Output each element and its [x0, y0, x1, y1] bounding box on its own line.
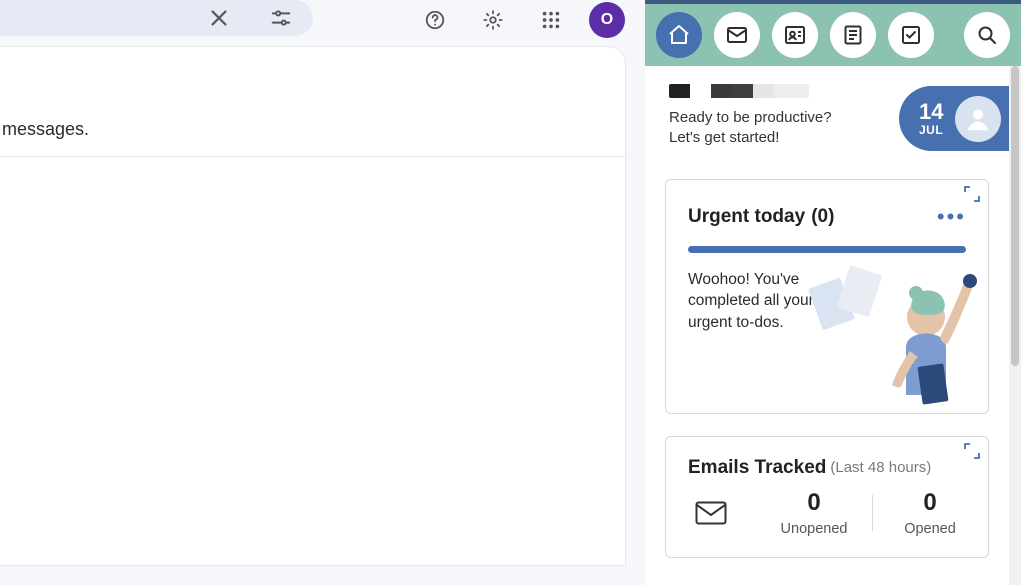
support-icon[interactable]	[415, 0, 455, 40]
urgent-card-head: Urgent today (0) •••	[666, 180, 988, 230]
search-options-icon[interactable]	[261, 0, 301, 38]
date-day: 14	[919, 101, 943, 123]
date-badge: 14 JUL	[899, 86, 1021, 151]
celebration-illustration	[794, 259, 988, 413]
date-text: 14 JUL	[919, 101, 943, 137]
gmail-content-card: messages.	[0, 46, 626, 566]
sidebar-panel: Ready to be productive? Let's get starte…	[645, 0, 1021, 585]
metric-unopened: 0 Unopened	[756, 489, 872, 537]
emails-subtitle: (Last 48 hours)	[830, 459, 931, 476]
messages-line: messages.	[0, 119, 625, 157]
gmail-top-right: O	[415, 0, 625, 40]
unopened-count: 0	[756, 489, 872, 517]
emails-metrics: 0 Unopened 0 Opened	[666, 479, 988, 557]
envelope-icon	[666, 501, 756, 525]
urgent-today-card: Urgent today (0) ••• Woohoo! You've comp…	[665, 179, 989, 414]
urgent-title: Urgent today	[688, 206, 805, 228]
date-avatar-icon	[955, 96, 1001, 142]
collapse-icon[interactable]	[964, 443, 980, 459]
user-name-placeholder	[669, 84, 809, 98]
emails-tracked-card: Emails Tracked (Last 48 hours) 0 Unopene…	[665, 436, 989, 558]
scrollbar-thumb[interactable]	[1011, 66, 1019, 366]
nav-notes[interactable]	[830, 12, 876, 58]
avatar-initial: O	[601, 11, 613, 29]
greeting-line-2: Let's get started!	[669, 129, 779, 146]
opened-count: 0	[872, 489, 988, 517]
greeting-line-1: Ready to be productive?	[669, 109, 832, 126]
settings-icon[interactable]	[473, 0, 513, 40]
opened-label: Opened	[872, 521, 988, 537]
urgent-body: Woohoo! You've completed all your urgent…	[666, 253, 988, 413]
unopened-label: Unopened	[756, 521, 872, 537]
emails-title: Emails Tracked	[688, 457, 826, 479]
collapse-icon[interactable]	[964, 186, 980, 202]
clear-search-icon[interactable]	[199, 0, 239, 38]
nav-mail[interactable]	[714, 12, 760, 58]
date-month: JUL	[919, 123, 943, 137]
nav-tasks[interactable]	[888, 12, 934, 58]
search-pill[interactable]	[0, 0, 313, 36]
gmail-area: O messages.	[0, 0, 645, 585]
nav-search[interactable]	[964, 12, 1010, 58]
panel-scrollbar[interactable]	[1009, 66, 1021, 585]
nav-home[interactable]	[656, 12, 702, 58]
urgent-count: (0)	[811, 206, 834, 228]
nav-contacts[interactable]	[772, 12, 818, 58]
apps-grid-icon[interactable]	[531, 0, 571, 40]
account-avatar[interactable]: O	[589, 2, 625, 38]
urgent-progress-bar	[688, 246, 966, 253]
urgent-more-icon[interactable]: •••	[937, 204, 966, 230]
panel-nav	[645, 4, 1021, 66]
emails-card-head: Emails Tracked (Last 48 hours)	[666, 437, 988, 479]
metric-opened: 0 Opened	[872, 489, 988, 537]
gmail-top-row: O	[0, 0, 645, 40]
